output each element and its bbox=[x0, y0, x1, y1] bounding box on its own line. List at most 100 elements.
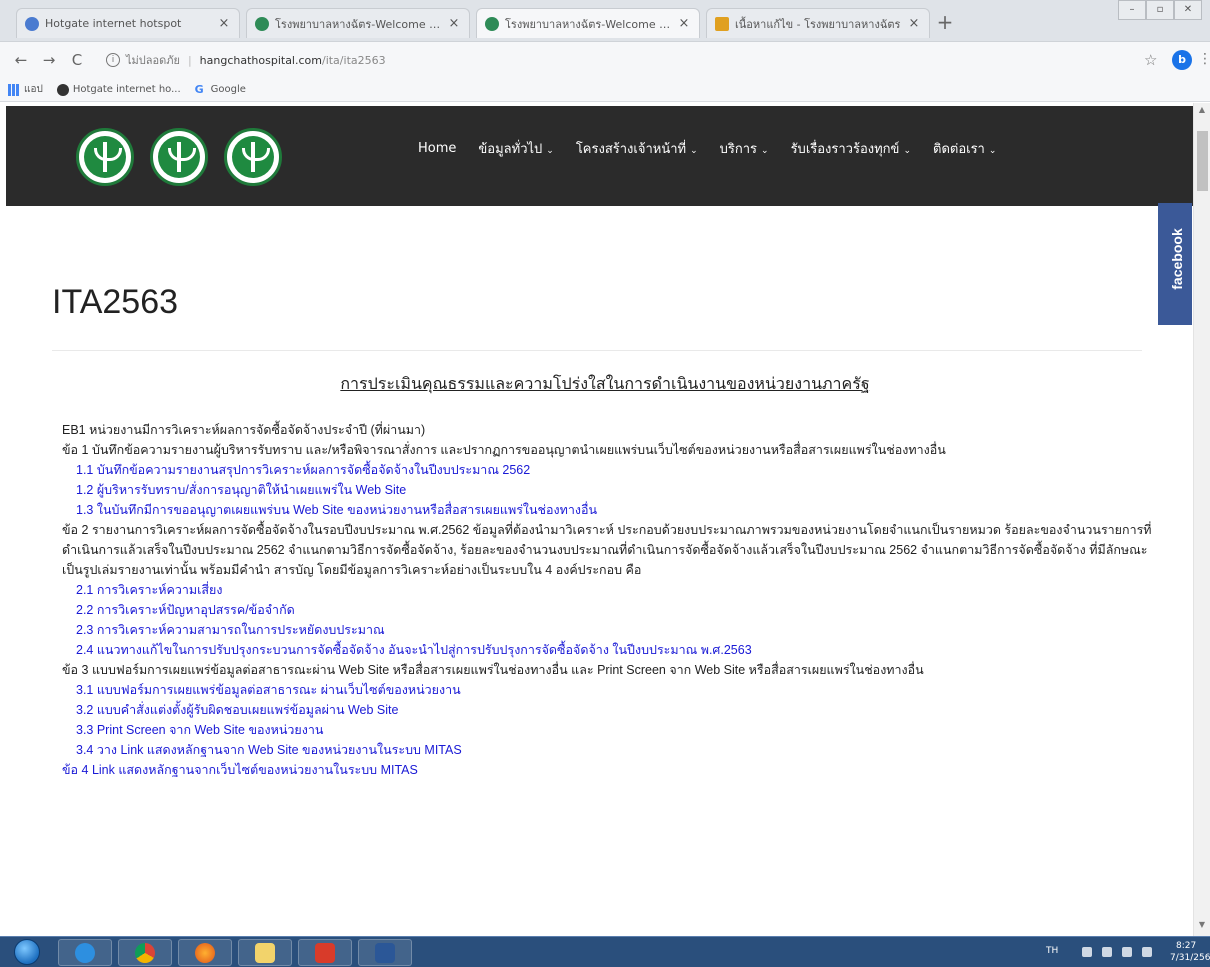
url-path: /ita/ita2563 bbox=[321, 53, 386, 67]
chevron-down-icon: ⌄ bbox=[903, 146, 911, 156]
bookmarks-bar: แอป Hotgate internet ho... G Google bbox=[0, 78, 1210, 102]
close-icon[interactable]: × bbox=[907, 16, 921, 31]
folder-icon bbox=[255, 943, 275, 963]
taskbar-remote[interactable] bbox=[298, 939, 352, 966]
windows-taskbar: TH 8:27 7/31/2563 bbox=[0, 936, 1210, 967]
site-favicon-icon bbox=[255, 16, 269, 31]
language-indicator[interactable]: TH bbox=[1046, 946, 1058, 956]
browser-tab-active[interactable]: โรงพยาบาลหางฉัตร-Welcome to h × bbox=[476, 8, 700, 38]
windows-logo-icon bbox=[14, 939, 40, 965]
browser-tab[interactable]: เนื้อหาแก้ไข - โรงพยาบาลหางฉัตร × bbox=[706, 8, 930, 38]
menu-item-home[interactable]: Home bbox=[418, 141, 456, 156]
close-icon[interactable]: × bbox=[447, 16, 461, 31]
menu-item-services[interactable]: บริการ ⌄ bbox=[720, 138, 769, 159]
chevron-down-icon: ⌄ bbox=[690, 146, 698, 156]
item-3-text: ข้อ 3 แบบฟอร์มการเผยแพร่ข้อมูลต่อสาธารณะ… bbox=[62, 663, 924, 677]
chevron-down-icon: ⌄ bbox=[761, 146, 769, 156]
reload-icon[interactable]: C bbox=[68, 51, 86, 69]
taskbar-firefox[interactable] bbox=[178, 939, 232, 966]
tab-title: Hotgate internet hotspot bbox=[45, 17, 182, 30]
site-favicon-icon bbox=[485, 16, 499, 31]
forward-icon[interactable]: → bbox=[40, 51, 58, 69]
ita-content: EB1 หน่วยงานมีการวิเคราะห์ผลการจัดซื้อจั… bbox=[62, 420, 1152, 780]
doc-link[interactable]: 2.4 แนวทางแก้ไขในการปรับปรุงกระบวนการจัด… bbox=[62, 640, 1152, 660]
page-scrollbar[interactable]: ▲ ▼ bbox=[1193, 103, 1210, 936]
bookmark-apps[interactable]: แอป bbox=[8, 82, 43, 97]
bookmark-google[interactable]: G Google bbox=[194, 82, 246, 96]
tab-title: โรงพยาบาลหางฉัตร-Welcome to h bbox=[505, 17, 673, 31]
address-bar: ← → C i ไม่ปลอดภัย | hangchathospital.co… bbox=[0, 42, 1210, 78]
menu-item-general-info[interactable]: ข้อมูลทั่วไป ⌄ bbox=[478, 138, 553, 159]
maximize-icon[interactable]: ▫ bbox=[1146, 0, 1174, 20]
profile-avatar[interactable]: b bbox=[1172, 50, 1192, 70]
doc-link[interactable]: 3.3 Print Screen จาก Web Site ของหน่วยงา… bbox=[62, 720, 1152, 740]
divider bbox=[52, 350, 1142, 351]
remote-app-icon bbox=[315, 943, 335, 963]
facebook-tab[interactable]: facebook bbox=[1158, 203, 1192, 325]
taskbar-word[interactable] bbox=[358, 939, 412, 966]
moph-logo bbox=[150, 128, 208, 186]
window-controls: – ▫ ✕ bbox=[1118, 0, 1202, 20]
word-icon bbox=[375, 943, 395, 963]
bookmark-hotgate[interactable]: Hotgate internet ho... bbox=[56, 83, 181, 96]
bookmark-label: แอป bbox=[24, 84, 43, 95]
doc-link[interactable]: 1.1 บันทึกข้อความรายงานสรุปการวิเคราะห์ผ… bbox=[62, 460, 1152, 480]
menu-item-complaints[interactable]: รับเรื่องราวร้องทุกข์ ⌄ bbox=[791, 138, 911, 159]
new-tab-button[interactable]: + bbox=[934, 12, 956, 34]
page-title: ITA2563 bbox=[52, 283, 179, 321]
info-icon[interactable]: i bbox=[106, 53, 120, 67]
tray-arrow-icon[interactable] bbox=[1082, 947, 1092, 957]
close-icon[interactable]: × bbox=[217, 16, 231, 31]
site-header: Home ข้อมูลทั่วไป ⌄ โครงสร้างเจ้าหน้าที่ ⌄… bbox=[6, 106, 1193, 206]
browser-menu-icon[interactable]: ⋮ bbox=[1198, 51, 1210, 67]
doc-link[interactable]: 3.2 แบบคำสั่งแต่งตั้งผู้รับผิดชอบเผยแพร่… bbox=[62, 700, 1152, 720]
close-window-icon[interactable]: ✕ bbox=[1174, 0, 1202, 20]
browser-tab[interactable]: Hotgate internet hotspot × bbox=[16, 8, 240, 38]
item-4-link[interactable]: ข้อ 4 Link แสดงหลักฐานจากเว็บไซต์ของหน่ว… bbox=[62, 760, 1152, 780]
volume-icon[interactable] bbox=[1122, 947, 1132, 957]
doc-link[interactable]: 1.2 ผู้บริหารรับทราบ/สั่งการอนุญาติให้นำ… bbox=[62, 480, 1152, 500]
browser-tab[interactable]: โรงพยาบาลหางฉัตร-Welcome to h × bbox=[246, 8, 470, 38]
taskbar-ie[interactable] bbox=[58, 939, 112, 966]
internet-explorer-icon bbox=[75, 943, 95, 963]
menu-item-staff-structure[interactable]: โครงสร้างเจ้าหน้าที่ ⌄ bbox=[576, 138, 698, 159]
doc-link[interactable]: 2.3 การวิเคราะห์ความสามารถในการประหยัดงบ… bbox=[62, 620, 1152, 640]
network-icon[interactable] bbox=[1102, 947, 1112, 957]
chevron-down-icon: ⌄ bbox=[988, 146, 997, 156]
taskbar-chrome[interactable] bbox=[118, 939, 172, 966]
bookmark-star-icon[interactable]: ☆ bbox=[1144, 51, 1157, 69]
section-heading: การประเมินคุณธรรมและความโปร่งใสในการดำเน… bbox=[340, 376, 870, 393]
taskbar-explorer[interactable] bbox=[238, 939, 292, 966]
bookmark-label: Hotgate internet ho... bbox=[72, 84, 181, 95]
tab-title: โรงพยาบาลหางฉัตร-Welcome to h bbox=[275, 17, 443, 31]
clock-date[interactable]: 7/31/2563 bbox=[1170, 953, 1210, 963]
scroll-down-icon[interactable]: ▼ bbox=[1194, 920, 1210, 934]
tab-title: เนื้อหาแก้ไข - โรงพยาบาลหางฉัตร bbox=[735, 17, 901, 31]
start-button[interactable] bbox=[8, 938, 48, 966]
bookmark-label: Google bbox=[210, 84, 246, 95]
flag-icon[interactable] bbox=[1142, 947, 1152, 957]
clock-time[interactable]: 8:27 bbox=[1176, 941, 1196, 951]
browser-tab-strip: Hotgate internet hotspot × โรงพยาบาลหางฉ… bbox=[0, 0, 1210, 42]
moph-logo bbox=[76, 128, 134, 186]
doc-link[interactable]: 3.1 แบบฟอร์มการเผยแพร่ข้อมูลต่อสาธารณะ ผ… bbox=[62, 680, 1152, 700]
system-tray: TH 8:27 7/31/2563 bbox=[1030, 938, 1210, 967]
moph-logo bbox=[224, 128, 282, 186]
doc-link[interactable]: 3.4 วาง Link แสดงหลักฐานจาก Web Site ของ… bbox=[62, 740, 1152, 760]
item-2-text: ข้อ 2 รายงานการวิเคราะห์ผลการจัดซื้อจัดจ… bbox=[62, 523, 1152, 577]
google-icon: G bbox=[194, 82, 204, 96]
url-separator: | bbox=[187, 53, 192, 67]
scroll-up-icon[interactable]: ▲ bbox=[1194, 105, 1210, 119]
close-icon[interactable]: × bbox=[677, 16, 691, 31]
chrome-icon bbox=[135, 943, 155, 963]
url-input[interactable]: i ไม่ปลอดภัย | hangchathospital.com /ita… bbox=[100, 48, 1130, 72]
doc-link[interactable]: 2.1 การวิเคราะห์ความเสี่ยง bbox=[62, 580, 1152, 600]
doc-link[interactable]: 2.2 การวิเคราะห์ปัญหาอุปสรรค/ข้อจำกัด bbox=[62, 600, 1152, 620]
globe-icon bbox=[25, 16, 39, 31]
doc-link[interactable]: 1.3 ในบันทึกมีการขออนุญาตเผยแพร่บน Web S… bbox=[62, 500, 1152, 520]
scroll-thumb[interactable] bbox=[1197, 131, 1208, 191]
menu-item-contact[interactable]: ติดต่อเรา ⌄ bbox=[933, 138, 996, 159]
back-icon[interactable]: ← bbox=[12, 51, 30, 69]
url-domain: hangchathospital.com bbox=[199, 53, 322, 67]
minimize-icon[interactable]: – bbox=[1118, 0, 1146, 20]
